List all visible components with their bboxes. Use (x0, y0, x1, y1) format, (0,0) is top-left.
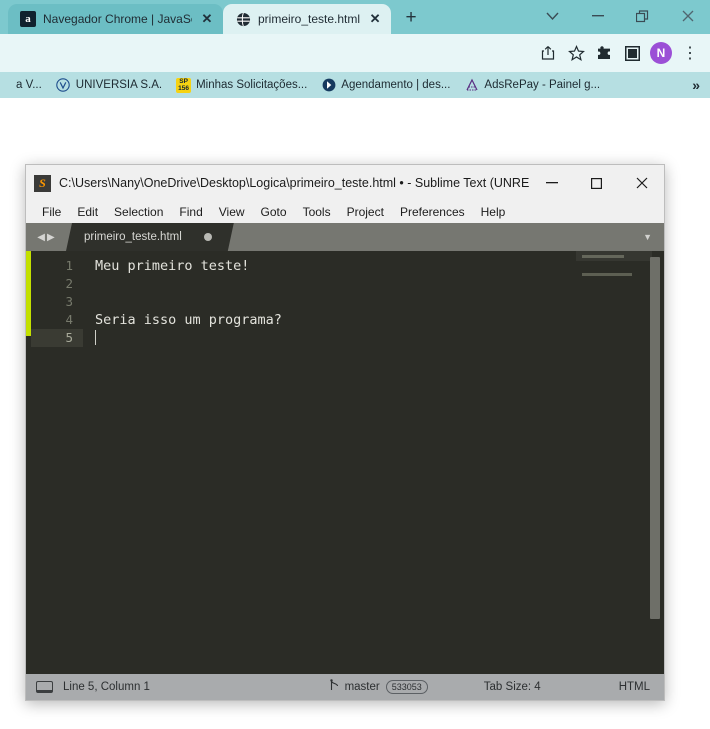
sublime-minimize-icon[interactable] (529, 165, 574, 201)
bookmark-label: UNIVERSIA S.A. (75, 79, 163, 91)
bookmark-item-1[interactable]: UNIVERSIA S.A. (51, 76, 167, 95)
adsrepay-icon (464, 78, 479, 93)
bookmark-item-2[interactable]: SP 156 Minhas Solicitações... (171, 76, 312, 95)
sublime-maximize-icon[interactable] (574, 165, 619, 201)
restore-icon[interactable] (620, 0, 665, 32)
menu-item-view[interactable]: View (211, 201, 253, 223)
line-number: 1 (65, 258, 73, 273)
chrome-browser-window: a Navegador Chrome | JavaScr ✕ primeiro_… (0, 0, 710, 729)
sublime-logo-letter: S (39, 175, 46, 190)
line-number: 2 (65, 276, 73, 291)
browser-tab-title: primeiro_teste.html (258, 12, 361, 26)
cursor-position: Line 5, Column 1 (63, 681, 150, 693)
code-line: Seria isso um programa? (95, 312, 282, 328)
code-text-area[interactable]: Meu primeiro teste! Seria isso um progra… (83, 251, 576, 674)
bookmark-label: a V... (16, 79, 42, 91)
sublime-close-icon[interactable] (619, 165, 664, 201)
bookmark-label: Minhas Solicitações... (196, 79, 308, 91)
tab-close-icon[interactable]: ✕ (367, 11, 383, 27)
browser-tab-1[interactable]: primeiro_teste.html ✕ (223, 4, 392, 34)
line-number-current: 5 (31, 329, 83, 347)
tab-close-icon[interactable]: ✕ (199, 11, 215, 27)
menu-item-tools[interactable]: Tools (295, 201, 339, 223)
browser-toolbar: N ⋮ (0, 34, 710, 72)
star-icon[interactable] (562, 39, 590, 67)
syntax-status[interactable]: HTML (619, 681, 650, 693)
sublime-title-bar: S C:\Users\Nany\OneDrive\Desktop\Logica\… (26, 165, 664, 201)
alura-icon: a (20, 11, 36, 27)
bookmark-item-0[interactable]: a V... (0, 76, 47, 95)
agendamento-icon (321, 78, 336, 93)
favicon-icon (0, 78, 11, 93)
sp156-icon-top: SP (179, 78, 188, 85)
line-number: 4 (65, 312, 73, 327)
menu-item-file[interactable]: File (34, 201, 69, 223)
sp156-icon-bottom: 156 (178, 85, 189, 92)
sublime-tab-label: primeiro_teste.html (84, 231, 182, 243)
menu-item-edit[interactable]: Edit (69, 201, 106, 223)
menu-item-help[interactable]: Help (473, 201, 514, 223)
minimize-icon[interactable] (575, 0, 620, 32)
bookmarks-overflow-icon[interactable]: » (692, 77, 704, 93)
address-bar[interactable] (6, 39, 534, 67)
sublime-status-bar: Line 5, Column 1 master 533053 Tab Size:… (26, 674, 664, 700)
nav-back-icon[interactable]: ◀ (37, 232, 45, 243)
bookmark-item-3[interactable]: Agendamento | des... (316, 76, 455, 95)
bookmark-item-4[interactable]: AdsRePay - Painel g... (459, 76, 605, 95)
unsaved-indicator-icon (204, 233, 212, 241)
git-branch-name: master (344, 681, 380, 693)
code-line: Meu primeiro teste! (95, 258, 250, 274)
tab-size-status[interactable]: Tab Size: 4 (484, 681, 541, 693)
sp156-icon: SP 156 (176, 77, 192, 93)
sublime-text-window: S C:\Users\Nany\OneDrive\Desktop\Logica\… (25, 164, 665, 701)
page-viewport: S C:\Users\Nany\OneDrive\Desktop\Logica\… (0, 98, 710, 729)
sublime-window-title: C:\Users\Nany\OneDrive\Desktop\Logica\pr… (59, 176, 529, 190)
sublime-tab-nav: ◀ ▶ (26, 232, 66, 243)
bookmarks-bar: a V... UNIVERSIA S.A. SP 156 Minhas Soli… (0, 72, 710, 98)
globe-icon (235, 11, 251, 27)
bookmark-label: Agendamento | des... (341, 79, 451, 91)
line-number: 3 (65, 294, 73, 309)
tab-search-icon[interactable] (530, 0, 575, 32)
universia-icon (56, 78, 71, 93)
nav-forward-icon[interactable]: ▶ (47, 232, 55, 243)
console-toggle-icon[interactable] (36, 681, 53, 693)
menu-item-find[interactable]: Find (171, 201, 210, 223)
browser-tab-title: Navegador Chrome | JavaScr (43, 12, 192, 26)
code-line-current (95, 329, 576, 347)
sublime-tab-bar: ◀ ▶ primeiro_teste.html ▼ (26, 223, 664, 251)
menu-item-project[interactable]: Project (339, 201, 392, 223)
git-commit-badge: 533053 (385, 680, 428, 694)
browser-tab-0[interactable]: a Navegador Chrome | JavaScr ✕ (8, 4, 223, 34)
git-branch-icon (329, 679, 339, 695)
profile-avatar[interactable]: N (650, 42, 672, 64)
sublime-logo-icon: S (34, 174, 51, 192)
bookmark-label: AdsRePay - Painel g... (484, 79, 601, 91)
line-number-gutter: 1 2 3 4 5 (31, 251, 83, 674)
minimap-line (582, 273, 632, 276)
menu-item-preferences[interactable]: Preferences (392, 201, 473, 223)
browser-menu-icon[interactable]: ⋮ (676, 39, 704, 67)
puzzle-icon[interactable] (590, 39, 618, 67)
close-icon[interactable] (665, 0, 710, 32)
menu-item-goto[interactable]: Goto (253, 201, 295, 223)
new-tab-button[interactable]: + (397, 4, 425, 32)
vertical-scrollbar[interactable] (650, 257, 660, 619)
tab-overflow-icon[interactable]: ▼ (643, 223, 652, 251)
sublime-editor-tab[interactable]: primeiro_teste.html (66, 223, 234, 251)
browser-tab-strip: a Navegador Chrome | JavaScr ✕ primeiro_… (0, 0, 710, 34)
text-cursor (95, 330, 96, 345)
minimap-viewport[interactable] (576, 251, 652, 261)
side-panel-icon[interactable] (618, 39, 646, 67)
sublime-editor-area: 1 2 3 4 5 Meu primeiro teste! Seria isso… (26, 251, 664, 674)
menu-item-selection[interactable]: Selection (106, 201, 171, 223)
browser-window-controls (530, 0, 710, 32)
share-icon[interactable] (534, 39, 562, 67)
git-branch-status[interactable]: master 533053 (329, 679, 428, 695)
sublime-menu-bar: File Edit Selection Find View Goto Tools… (26, 201, 664, 223)
